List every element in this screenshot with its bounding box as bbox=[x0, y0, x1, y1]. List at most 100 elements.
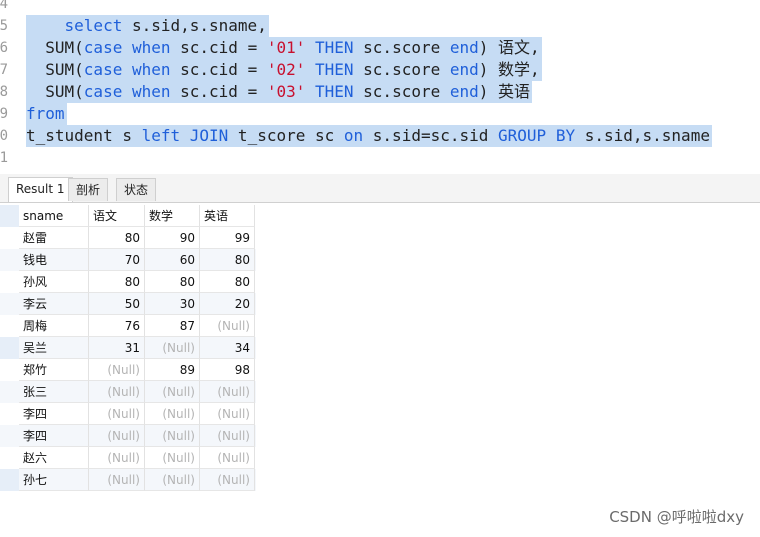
table-row[interactable]: 赵六 (Null) (Null) (Null) bbox=[0, 447, 256, 469]
sql-token: sc.cid = bbox=[170, 38, 267, 57]
table-cell[interactable]: 30 bbox=[145, 293, 200, 315]
table-cell[interactable]: (Null) bbox=[145, 447, 200, 469]
sql-keyword: when bbox=[131, 60, 171, 79]
sql-token: ) 数学, bbox=[478, 60, 540, 79]
table-cell[interactable]: (Null) bbox=[145, 337, 200, 359]
row-indicator[interactable] bbox=[0, 315, 19, 337]
table-row[interactable]: 周梅 76 87 (Null) bbox=[0, 315, 256, 337]
table-cell[interactable]: 周梅 bbox=[19, 315, 89, 337]
table-cell[interactable]: 90 bbox=[145, 227, 200, 249]
table-cell[interactable]: 89 bbox=[145, 359, 200, 381]
table-cell[interactable]: (Null) bbox=[200, 425, 255, 447]
table-cell[interactable]: (Null) bbox=[89, 403, 145, 425]
table-cell[interactable]: (Null) bbox=[145, 403, 200, 425]
table-row[interactable]: 张三 (Null) (Null) (Null) bbox=[0, 381, 256, 403]
code-text: t_student s left JOIN t_score sc on s.si… bbox=[26, 125, 712, 147]
table-cell[interactable]: (Null) bbox=[200, 315, 255, 337]
column-header[interactable]: 英语 bbox=[200, 205, 255, 227]
table-cell[interactable]: 郑竹 bbox=[19, 359, 89, 381]
row-indicator[interactable] bbox=[0, 205, 19, 227]
table-row[interactable]: 郑竹 (Null) 89 98 bbox=[0, 359, 256, 381]
table-cell[interactable]: 赵六 bbox=[19, 447, 89, 469]
table-cell[interactable]: 70 bbox=[89, 249, 145, 271]
sql-keyword: select bbox=[64, 16, 123, 35]
table-cell[interactable]: (Null) bbox=[89, 447, 145, 469]
table-cell[interactable]: 钱电 bbox=[19, 249, 89, 271]
table-cell[interactable]: 99 bbox=[200, 227, 255, 249]
code-text: select s.sid,s.sname, bbox=[26, 15, 269, 37]
table-cell[interactable]: 80 bbox=[200, 249, 255, 271]
sql-editor[interactable]: 4 5 select s.sid,s.sname, 6 SUM(case when … bbox=[0, 0, 760, 170]
tab-result-1[interactable]: Result 1 bbox=[8, 177, 73, 202]
table-row[interactable]: 钱电 70 60 80 bbox=[0, 249, 256, 271]
table-cell[interactable]: (Null) bbox=[89, 425, 145, 447]
table-cell[interactable]: 孙七 bbox=[19, 469, 89, 491]
sql-keyword: from bbox=[26, 104, 65, 123]
table-cell[interactable]: 孙风 bbox=[19, 271, 89, 293]
row-indicator[interactable] bbox=[0, 227, 19, 249]
table-row[interactable]: 李云 50 30 20 bbox=[0, 293, 256, 315]
row-indicator[interactable] bbox=[0, 249, 19, 271]
table-cell[interactable]: 李四 bbox=[19, 403, 89, 425]
table-cell[interactable]: 34 bbox=[200, 337, 255, 359]
line-number: 7 bbox=[0, 62, 8, 78]
table-cell[interactable]: (Null) bbox=[200, 447, 255, 469]
table-cell[interactable]: (Null) bbox=[89, 381, 145, 403]
table-cell[interactable]: (Null) bbox=[89, 469, 145, 491]
row-indicator[interactable] bbox=[0, 337, 19, 359]
row-indicator[interactable] bbox=[0, 271, 19, 293]
sql-keyword: BY bbox=[555, 126, 576, 145]
sql-token: SUM( bbox=[26, 38, 84, 57]
tab-profile[interactable]: 剖析 bbox=[68, 178, 109, 201]
row-indicator[interactable] bbox=[0, 403, 19, 425]
column-header[interactable]: 数学 bbox=[145, 205, 200, 227]
table-cell[interactable]: (Null) bbox=[200, 381, 255, 403]
column-header[interactable]: sname bbox=[19, 205, 89, 227]
row-indicator[interactable] bbox=[0, 447, 19, 469]
table-cell[interactable]: 80 bbox=[145, 271, 200, 293]
table-row[interactable]: 赵雷 80 90 99 bbox=[0, 227, 256, 249]
table-row[interactable]: 吴兰 31 (Null) 34 bbox=[0, 337, 256, 359]
table-cell[interactable]: 60 bbox=[145, 249, 200, 271]
table-row[interactable]: 李四 (Null) (Null) (Null) bbox=[0, 425, 256, 447]
table-cell[interactable]: (Null) bbox=[145, 469, 200, 491]
sql-keyword: end bbox=[449, 82, 479, 101]
table-cell[interactable]: 李四 bbox=[19, 425, 89, 447]
table-cell[interactable]: 80 bbox=[89, 271, 145, 293]
table-cell[interactable]: 吴兰 bbox=[19, 337, 89, 359]
table-row[interactable]: 孙风 80 80 80 bbox=[0, 271, 256, 293]
line-number: 0 bbox=[0, 128, 8, 144]
table-row[interactable]: 孙七 (Null) (Null) (Null) bbox=[0, 469, 256, 491]
sql-token: ) 英语 bbox=[478, 82, 531, 101]
code-text: SUM(case when sc.cid = '02' THEN sc.scor… bbox=[26, 59, 542, 81]
tab-status[interactable]: 状态 bbox=[116, 178, 157, 201]
column-header[interactable]: 语文 bbox=[89, 205, 145, 227]
table-cell[interactable]: 98 bbox=[200, 359, 255, 381]
table-cell[interactable]: 李云 bbox=[19, 293, 89, 315]
row-indicator[interactable] bbox=[0, 381, 19, 403]
table-cell[interactable]: (Null) bbox=[145, 425, 200, 447]
row-indicator[interactable] bbox=[0, 469, 19, 491]
table-cell[interactable]: (Null) bbox=[145, 381, 200, 403]
table-cell[interactable]: 20 bbox=[200, 293, 255, 315]
row-indicator[interactable] bbox=[0, 359, 19, 381]
row-indicator[interactable] bbox=[0, 425, 19, 447]
table-cell[interactable]: 76 bbox=[89, 315, 145, 337]
table-cell[interactable]: (Null) bbox=[200, 469, 255, 491]
table-cell[interactable]: 50 bbox=[89, 293, 145, 315]
sql-token: t_student s bbox=[26, 126, 142, 145]
table-cell[interactable]: (Null) bbox=[200, 403, 255, 425]
table-cell[interactable]: 赵雷 bbox=[19, 227, 89, 249]
table-cell[interactable]: (Null) bbox=[89, 359, 145, 381]
row-indicator[interactable] bbox=[0, 293, 19, 315]
sql-keyword: THEN bbox=[315, 82, 354, 101]
sql-token: s.sid,s.sname bbox=[575, 126, 710, 145]
table-cell[interactable]: 31 bbox=[89, 337, 145, 359]
table-cell[interactable]: 87 bbox=[145, 315, 200, 337]
table-cell[interactable]: 80 bbox=[89, 227, 145, 249]
table-cell[interactable]: 张三 bbox=[19, 381, 89, 403]
table-row[interactable]: 李四 (Null) (Null) (Null) bbox=[0, 403, 256, 425]
table-cell[interactable]: 80 bbox=[200, 271, 255, 293]
